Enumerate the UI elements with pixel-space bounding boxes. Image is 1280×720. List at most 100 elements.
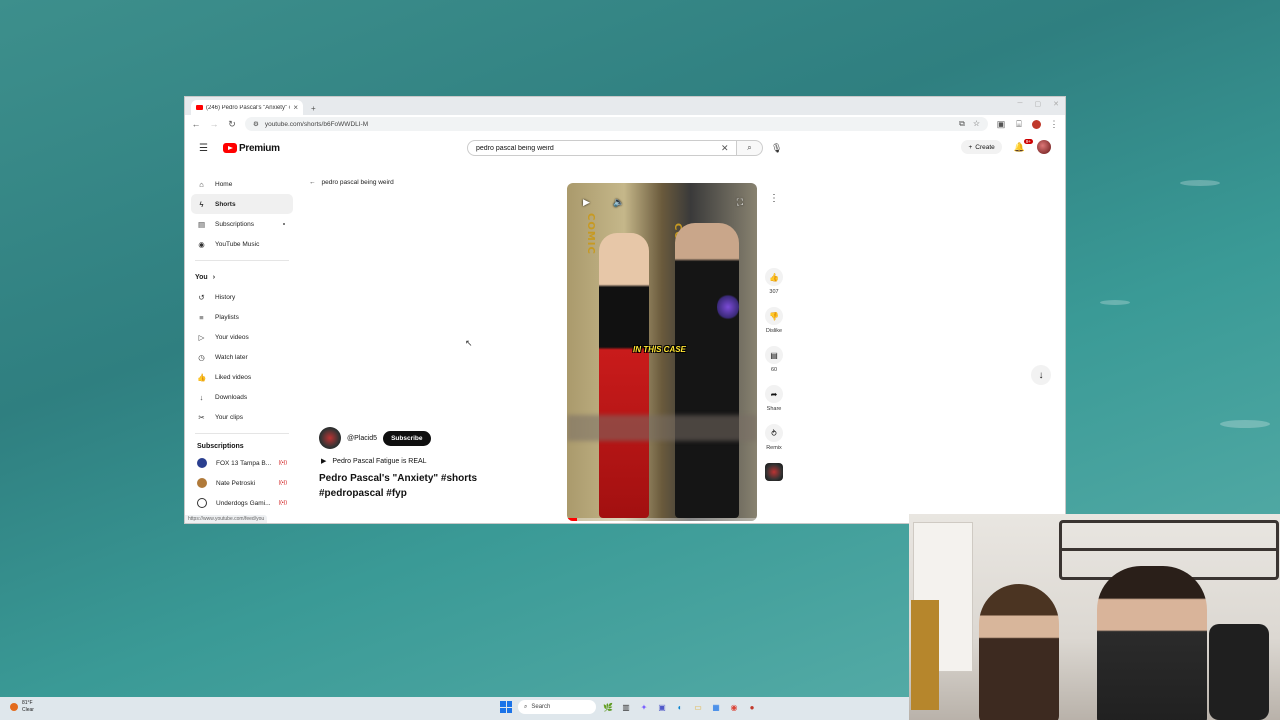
chrome-icon[interactable]: ◉: [728, 701, 740, 713]
back-icon[interactable]: ←: [191, 119, 201, 129]
subscriptions-icon: ▤: [197, 219, 206, 229]
subscription-item[interactable]: Underdogs Gami... ((•)): [191, 493, 293, 513]
address-bar[interactable]: ⚙ youtube.com/shorts/b6FoWWDLI-M ⧉ ☆: [245, 117, 988, 131]
hamburger-menu-icon[interactable]: ☰: [199, 143, 211, 154]
sound-thumbnail[interactable]: [765, 463, 783, 481]
sidebar: ⌂ Home ϟ Shorts ▤ Subscriptions ◉ YouTube Mu…: [191, 174, 293, 513]
sidebar-item-label: Liked videos: [215, 373, 252, 381]
share-label: Share: [766, 406, 782, 412]
maximize-icon[interactable]: ▢: [1035, 100, 1042, 108]
taskbar-apps: ⌕ Search 🌿 ▥ ✦ ▣ ◐ ▭ ▦ ◉ ●: [500, 700, 758, 714]
streamer-left: [979, 584, 1059, 720]
browser-menu-icon[interactable]: ⋮: [1049, 119, 1059, 130]
taskbar-search[interactable]: ⌕ Search: [518, 700, 596, 714]
sidebar-item-you[interactable]: You ›: [191, 267, 293, 287]
fullscreen-icon[interactable]: ⛶: [737, 197, 743, 208]
sidebar-item-youtube-music[interactable]: ◉ YouTube Music: [191, 234, 293, 254]
short-video-player[interactable]: COMIC COMIC COMIC IN THIS CASE ▶ 🔈 ⛶: [567, 183, 757, 521]
music-icon: ◉: [198, 239, 205, 249]
subscribe-button[interactable]: Subscribe: [383, 430, 431, 446]
create-button[interactable]: + Create: [961, 140, 1002, 154]
arrow-left-icon: ←: [309, 179, 316, 186]
history-icon: ↺: [198, 292, 205, 302]
volume-icon[interactable]: 🔈: [613, 197, 624, 208]
close-window-icon[interactable]: ✕: [1053, 100, 1059, 108]
sidebar-item-downloads[interactable]: ↓ Downloads: [191, 387, 293, 407]
sidebar-item-your-videos[interactable]: ▷ Your videos: [191, 327, 293, 347]
video-progress-fill: [567, 518, 577, 521]
clock-icon: ◷: [198, 352, 205, 362]
divider: [195, 260, 289, 261]
subscription-item[interactable]: Nate Petroski ((•)): [191, 473, 293, 493]
profile-icon[interactable]: [1032, 119, 1041, 129]
shorts-icon: ϟ: [199, 199, 204, 209]
browser-tab[interactable]: (246) Pedro Pascal's "Anxiety" # ×: [191, 100, 303, 115]
split-view-icon[interactable]: ▣: [996, 119, 1006, 130]
weather-widget[interactable]: 81°F Clear: [10, 700, 34, 714]
like-action[interactable]: 👍 307: [765, 268, 783, 295]
bookmark-star-icon[interactable]: ☆: [973, 119, 980, 129]
sidebar-item-watch-later[interactable]: ◷ Watch later: [191, 347, 293, 367]
next-short-arrow-down-icon[interactable]: ↓: [1031, 365, 1051, 385]
install-icon[interactable]: ⧉: [959, 119, 965, 129]
sidebar-item-label: Shorts: [215, 200, 236, 208]
search-button[interactable]: ⌕: [737, 140, 763, 156]
sidebar-item-history[interactable]: ↺ History: [191, 287, 293, 307]
live-icon: ((•)): [278, 500, 287, 506]
forward-icon[interactable]: →: [209, 119, 219, 129]
video-progress-bar[interactable]: [567, 518, 757, 521]
clear-search-icon[interactable]: ✕: [721, 143, 729, 154]
short-title: Pedro Pascal's "Anxiety" #shorts #pedrop…: [319, 473, 478, 499]
account-avatar[interactable]: [1037, 140, 1051, 154]
recording-app-icon[interactable]: ●: [746, 701, 758, 713]
youtube-logo[interactable]: Premium: [223, 143, 280, 154]
edge-icon[interactable]: ◐: [674, 701, 686, 713]
subscription-label: Nate Petroski: [216, 479, 256, 487]
share-action[interactable]: ➦ Share: [765, 385, 783, 412]
sidebar-item-label: Subscriptions: [215, 220, 255, 228]
file-app-icon[interactable]: ▥: [620, 701, 632, 713]
notification-badge: 9+: [1023, 138, 1033, 144]
minimize-icon[interactable]: ─: [1018, 100, 1023, 108]
taskbar: 81°F Clear ⌕ Search 🌿 ▥ ✦ ▣ ◐ ▭ ▦ ◉ ●: [0, 697, 909, 720]
channel-avatar[interactable]: [319, 427, 341, 449]
new-tab-button[interactable]: +: [311, 104, 316, 113]
sidebar-item-shorts[interactable]: ϟ Shorts: [191, 194, 293, 214]
reload-icon[interactable]: ↻: [227, 119, 237, 130]
live-icon: ((•)): [278, 480, 287, 486]
playlist-link[interactable]: ▶ Pedro Pascal Fatigue is REAL: [321, 457, 539, 466]
task-view-icon[interactable]: 🌿: [602, 701, 614, 713]
sidebar-item-playlists[interactable]: ≡ Playlists: [191, 307, 293, 327]
copilot-icon[interactable]: ✦: [638, 701, 650, 713]
play-button-icon[interactable]: ▶: [583, 197, 590, 208]
microphone-icon[interactable]: 🎙: [771, 143, 782, 154]
back-to-search[interactable]: ← pedro pascal being weird: [309, 179, 394, 186]
extensions-icon[interactable]: ⌸: [1014, 119, 1024, 130]
subscription-item[interactable]: FOX 13 Tampa B... ((•)): [191, 453, 293, 473]
store-icon[interactable]: ▦: [710, 701, 722, 713]
site-info-icon[interactable]: ⚙: [253, 120, 259, 128]
scissors-icon: ✂: [198, 412, 205, 422]
teams-icon[interactable]: ▣: [656, 701, 668, 713]
sidebar-item-liked-videos[interactable]: 👍 Liked videos: [191, 367, 293, 387]
windows-start-icon[interactable]: [500, 701, 512, 713]
remix-action[interactable]: ⥁ Remix: [765, 424, 783, 451]
sidebar-item-subscriptions[interactable]: ▤ Subscriptions: [191, 214, 293, 234]
sidebar-item-your-clips[interactable]: ✂ Your clips: [191, 407, 293, 427]
channel-name[interactable]: @Placid5: [347, 435, 377, 442]
search-input[interactable]: [467, 140, 737, 156]
you-label: You: [195, 273, 208, 281]
close-tab-icon[interactable]: ×: [293, 103, 298, 112]
video-caption: IN THIS CASE: [633, 345, 686, 354]
file-explorer-icon[interactable]: ▭: [692, 701, 704, 713]
more-options-icon[interactable]: ⋮: [769, 193, 779, 204]
comment-count: 60: [770, 367, 778, 373]
dislike-action[interactable]: 👎 Dislike: [765, 307, 783, 334]
notifications-bell-icon[interactable]: 🔔 9+: [1014, 138, 1033, 153]
background-sign: COMIC: [585, 213, 596, 255]
subscription-label: Underdogs Gami...: [216, 499, 271, 507]
sidebar-item-home[interactable]: ⌂ Home: [191, 174, 293, 194]
comments-action[interactable]: ▤ 60: [765, 346, 783, 373]
playlists-icon: ≡: [199, 312, 204, 322]
play-icon: ▶: [321, 458, 327, 465]
